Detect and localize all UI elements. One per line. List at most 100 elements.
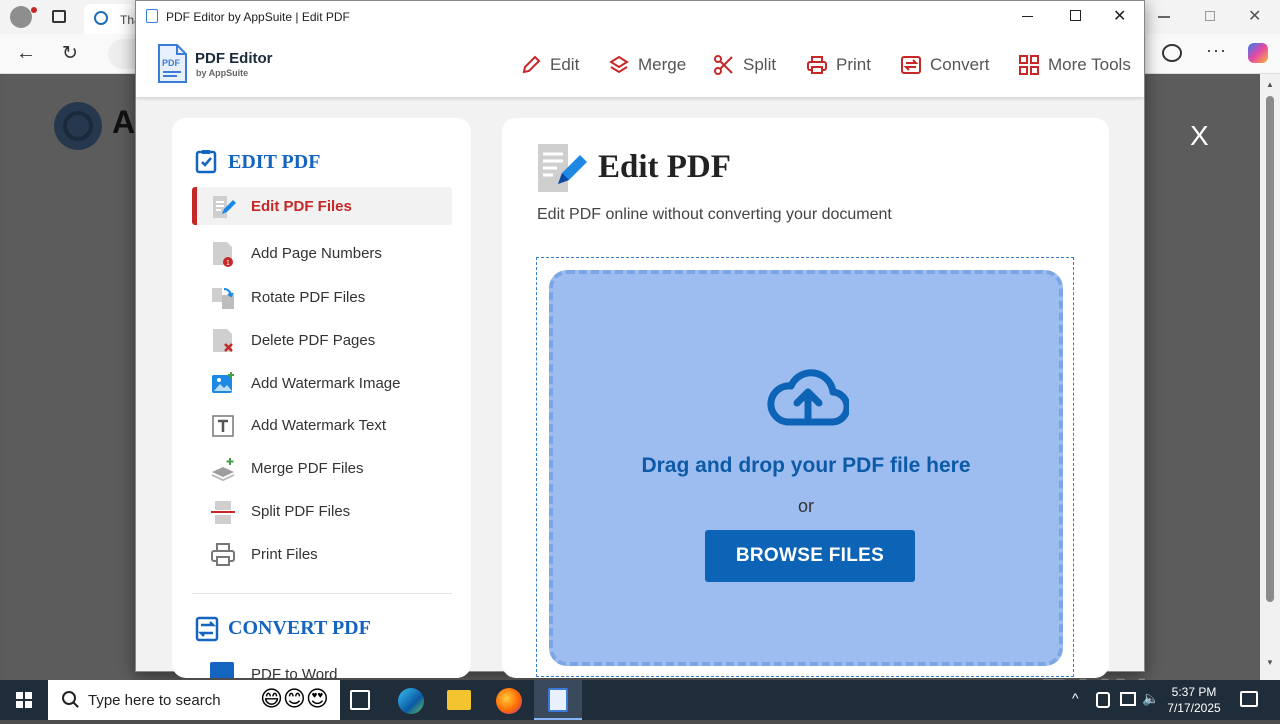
- back-arrow-icon[interactable]: ←: [16, 42, 36, 65]
- copilot-icon[interactable]: [1248, 43, 1268, 63]
- clock-date: 7/17/2025: [1167, 701, 1221, 715]
- network-icon[interactable]: [1120, 692, 1136, 706]
- notification-center-icon[interactable]: [1240, 691, 1258, 707]
- sidebar-item-pdf-to-word[interactable]: PDF to Word: [192, 658, 452, 678]
- upload-dropzone[interactable]: Drag and drop your PDF file here or BROW…: [536, 257, 1074, 677]
- browse-files-button[interactable]: BROWSE FILES: [705, 530, 915, 582]
- nav-label: Split: [743, 55, 777, 74]
- task-view-icon[interactable]: [350, 690, 370, 710]
- system-clock[interactable]: 5:37 PM 7/17/2025: [1162, 684, 1226, 716]
- window-title: PDF Editor by AppSuite | Edit PDF: [166, 10, 350, 24]
- sidebar-item-label: Split PDF Files: [251, 502, 351, 520]
- logo-subtitle: by AppSuite: [196, 68, 249, 78]
- emoji-search-highlight-icon[interactable]: 😄😊😍: [260, 686, 329, 712]
- browser-close-icon[interactable]: ✕: [1248, 6, 1261, 26]
- clock-time: 5:37 PM: [1171, 685, 1217, 699]
- sidebar-item-merge-pdf-files[interactable]: Merge PDF Files: [192, 449, 452, 487]
- app-header: PDF PDF Editor by AppSuite Edit Merge Sp…: [136, 33, 1144, 97]
- layers-icon: [609, 55, 629, 74]
- minimize-icon[interactable]: [1022, 16, 1033, 17]
- svg-text:1: 1: [226, 260, 230, 267]
- sidebar-item-add-page-numbers[interactable]: 1 Add Page Numbers: [192, 234, 452, 272]
- site-title-fragment: A: [112, 104, 136, 140]
- page-number-icon: 1: [213, 242, 233, 267]
- window-titlebar: PDF Editor by AppSuite | Edit PDF ✕: [136, 1, 1144, 33]
- nav-label: Edit: [550, 55, 580, 74]
- browser-restore-icon[interactable]: [1205, 11, 1215, 21]
- sidebar-item-label: Delete PDF Pages: [251, 331, 376, 349]
- sidebar-item-print-files[interactable]: Print Files: [192, 535, 452, 573]
- maximize-icon[interactable]: [1070, 10, 1081, 21]
- nav-print[interactable]: Print: [806, 53, 871, 77]
- taskbar-pdf-editor-app[interactable]: [534, 680, 582, 720]
- search-placeholder: Type here to search: [88, 692, 221, 709]
- sidebar-item-delete-pdf-pages[interactable]: Delete PDF Pages: [192, 321, 452, 359]
- nav-split[interactable]: Split: [713, 53, 776, 77]
- nav-edit[interactable]: Edit: [520, 53, 579, 77]
- sidebar-item-label: Add Page Numbers: [251, 244, 382, 262]
- tab-actions-icon[interactable]: [52, 10, 66, 23]
- pdf-editor-logo-icon[interactable]: PDF: [156, 44, 188, 84]
- nav-label: Convert: [930, 55, 990, 74]
- edge-browser-icon[interactable]: [398, 688, 424, 714]
- sidebar-item-label: PDF to Word: [251, 666, 338, 678]
- windows-start-icon[interactable]: [16, 692, 32, 708]
- notification-dot: [31, 7, 37, 13]
- rotate-icon: [212, 287, 234, 309]
- nav-more-tools[interactable]: More Tools: [1018, 53, 1131, 77]
- sidebar-item-label: Add Watermark Image: [251, 374, 401, 392]
- image-icon: [212, 372, 234, 393]
- page-subtitle: Edit PDF online without converting your …: [537, 206, 892, 223]
- sidebar-item-add-watermark-image[interactable]: Add Watermark Image: [192, 364, 452, 402]
- taskbar-search[interactable]: Type here to search 😄😊😍: [48, 680, 340, 720]
- split-icon: [211, 501, 235, 524]
- chevron-up-icon[interactable]: ^: [1072, 690, 1079, 706]
- nav-convert[interactable]: Convert: [900, 53, 990, 77]
- volume-icon[interactable]: 🔈: [1142, 690, 1159, 707]
- nav-label: More Tools: [1048, 55, 1131, 74]
- firefox-icon[interactable]: [496, 688, 522, 714]
- sidebar-item-split-pdf-files[interactable]: Split PDF Files: [192, 492, 452, 530]
- convert-icon: [901, 56, 921, 74]
- upload-dropzone-inner[interactable]: Drag and drop your PDF file here or BROW…: [549, 270, 1063, 666]
- nav-label: Print: [836, 55, 871, 74]
- more-menu-icon[interactable]: ···: [1206, 40, 1227, 61]
- page-title: Edit PDF: [598, 149, 731, 185]
- sidebar-item-label: Merge PDF Files: [251, 459, 364, 477]
- clipboard-check-icon: [194, 148, 220, 174]
- sidebar-item-add-watermark-text[interactable]: Add Watermark Text: [192, 406, 452, 444]
- merge-icon: [211, 458, 235, 482]
- svg-text:PDF: PDF: [162, 58, 181, 68]
- sidebar-item-label: Add Watermark Text: [251, 416, 387, 434]
- file-explorer-icon[interactable]: [447, 690, 471, 710]
- nav-merge[interactable]: Merge: [608, 53, 686, 77]
- overlay-close-button[interactable]: X: [1190, 120, 1209, 152]
- pdf-editor-window: PDF Editor by AppSuite | Edit PDF ✕ PDF …: [135, 0, 1145, 678]
- pdf-editor-taskbar-icon: [548, 688, 568, 712]
- address-bar[interactable]: [108, 39, 138, 69]
- printer-icon: [211, 543, 235, 566]
- drop-instruction: Drag and drop your PDF file here: [641, 454, 971, 477]
- edit-document-icon: [536, 142, 588, 194]
- sidebar-item-label: Rotate PDF Files: [251, 288, 366, 306]
- scrollbar-thumb[interactable]: [1266, 96, 1274, 602]
- browser-minimize-icon[interactable]: [1158, 16, 1170, 18]
- browser-scrollbar[interactable]: ▲ ▼: [1260, 74, 1280, 680]
- sidebar-item-label: Print Files: [251, 545, 318, 563]
- refresh-icon[interactable]: ↻: [62, 42, 78, 65]
- site-logo-icon: [54, 102, 102, 150]
- sidebar-item-edit-pdf-files[interactable]: Edit PDF Files: [192, 187, 452, 225]
- printer-icon: [807, 56, 827, 74]
- browser-tab[interactable]: Tha: [84, 4, 141, 34]
- security-icon[interactable]: [1096, 692, 1110, 708]
- delete-page-icon: [213, 329, 233, 352]
- extension-icon[interactable]: [1162, 44, 1182, 62]
- profile-avatar[interactable]: [10, 6, 32, 28]
- text-icon: [212, 415, 234, 437]
- convert-section-icon: [194, 616, 220, 642]
- or-separator: or: [797, 496, 814, 516]
- pencil-icon: [522, 55, 541, 74]
- sidebar-item-rotate-pdf-files[interactable]: Rotate PDF Files: [192, 278, 452, 316]
- close-icon[interactable]: ✕: [1113, 6, 1126, 26]
- nav-label: Merge: [638, 55, 687, 74]
